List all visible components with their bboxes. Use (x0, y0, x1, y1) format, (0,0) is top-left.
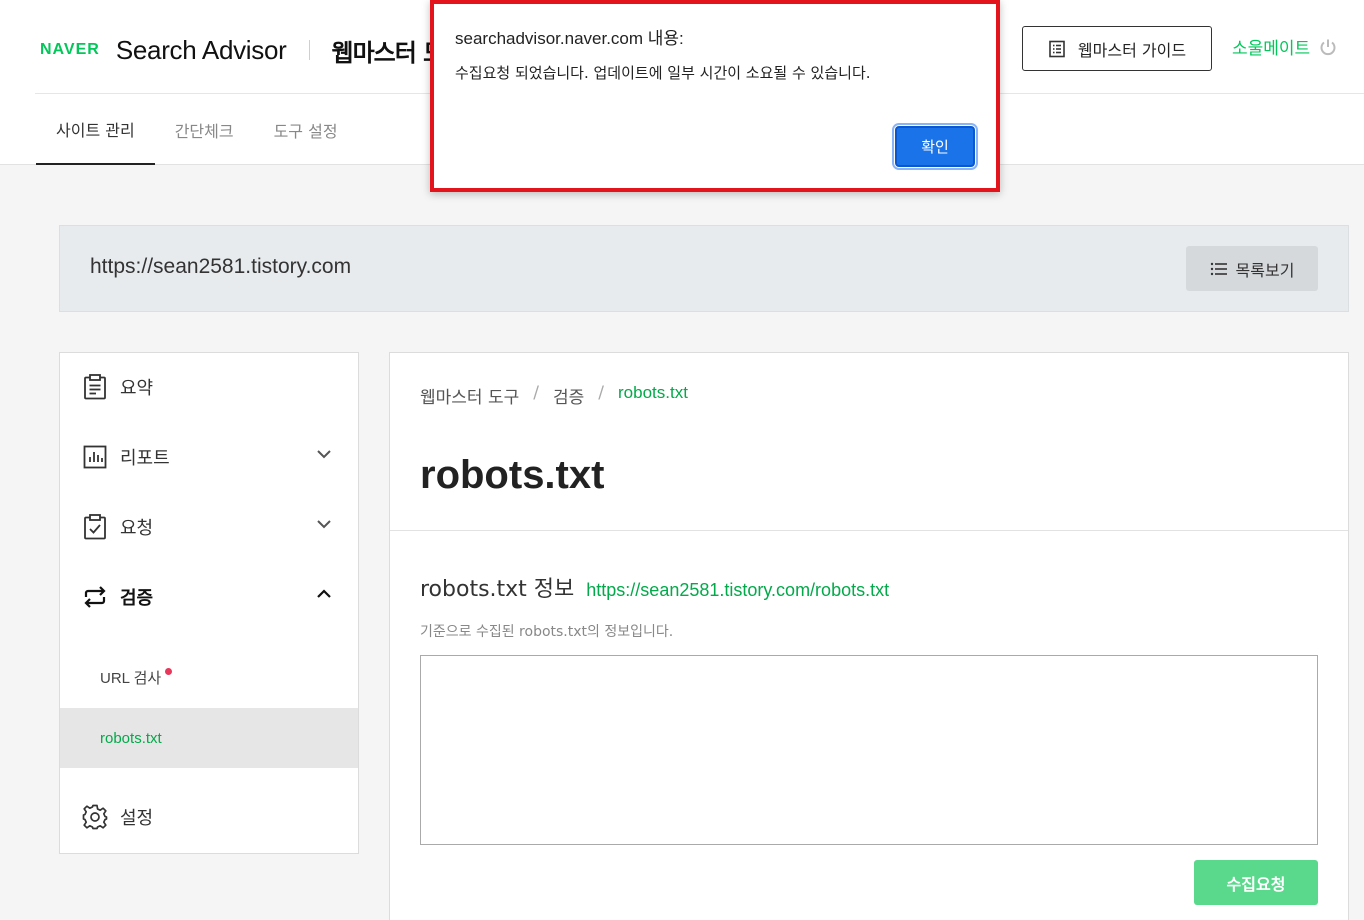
breadcrumb-item[interactable]: 웹마스터 도구 (420, 383, 519, 408)
repeat-icon (82, 584, 108, 610)
site-url: https://sean2581.tistory.com (90, 255, 352, 278)
clipboard-icon (82, 374, 108, 400)
document-list-icon (1049, 40, 1065, 57)
sidebar-item-label: 설정 (120, 808, 154, 829)
naver-logo[interactable]: NAVER (40, 41, 100, 59)
notification-dot (165, 667, 173, 675)
guide-button-label: 웹마스터 가이드 (1077, 40, 1187, 60)
list-view-button[interactable]: 목록보기 (1186, 246, 1318, 291)
chevron-down-icon[interactable] (316, 449, 332, 459)
sidebar-item-label: 리포트 (120, 448, 170, 469)
dialog-origin: searchadvisor.naver.com 내용: (455, 29, 684, 48)
section-description: 기준으로 수집된 robots.txt의 정보입니다. (420, 624, 674, 640)
breadcrumb-item[interactable]: 검증 (553, 383, 584, 408)
user-name[interactable]: 소울메이트 (1232, 34, 1310, 59)
tab-quick-check[interactable]: 간단체크 (175, 94, 234, 165)
clipboard-check-icon (82, 514, 108, 540)
sidebar-item-verify[interactable]: 검증 (60, 567, 358, 627)
sidebar-item-request[interactable]: 요청 (60, 497, 358, 557)
list-icon (1210, 262, 1227, 275)
chevron-up-icon[interactable] (316, 589, 332, 599)
brand[interactable]: NAVER Search Advisor 웹마스터 도구 (40, 32, 466, 68)
sidebar-item-settings[interactable]: 설정 (60, 787, 358, 847)
dialog-message: 수집요청 되었습니다. 업데이트에 일부 시간이 소요될 수 있습니다. (455, 64, 871, 82)
main-panel: 웹마스터 도구 / 검증 / robots.txt robots.txt rob… (389, 352, 1349, 920)
webmaster-guide-button[interactable]: 웹마스터 가이드 (1022, 26, 1212, 71)
sidebar-subitem-url-inspect[interactable]: URL 검사 (60, 647, 358, 707)
collect-request-button[interactable]: 수집요청 (1194, 860, 1318, 905)
chart-icon (82, 444, 108, 470)
title-divider (390, 530, 1348, 531)
dialog-ok-button[interactable]: 확인 (892, 123, 978, 170)
breadcrumb-current: robots.txt (618, 383, 688, 402)
tab-tool-settings[interactable]: 도구 설정 (274, 94, 338, 165)
sidebar-item-summary[interactable]: 요약 (60, 357, 358, 417)
sidebar-subitem-label: URL 검사 (100, 669, 162, 687)
power-icon[interactable] (1318, 37, 1338, 57)
section-title: robots.txt 정보 (420, 577, 575, 602)
sidebar: 요약 리포트 요청 검증 URL 검사 robots.txt 설정 (59, 352, 359, 854)
alert-dialog: searchadvisor.naver.com 내용: 수집요청 되었습니다. … (430, 0, 1000, 192)
app-title[interactable]: Search Advisor (116, 35, 287, 66)
tab-site-management[interactable]: 사이트 관리 (36, 94, 155, 165)
site-bar: https://sean2581.tistory.com 목록보기 (59, 225, 1349, 312)
sidebar-subitem-label: robots.txt (100, 729, 162, 747)
breadcrumb: 웹마스터 도구 / 검증 / robots.txt (420, 383, 688, 408)
robots-txt-link[interactable]: https://sean2581.tistory.com/robots.txt (586, 580, 889, 601)
sidebar-item-label: 검증 (120, 588, 154, 609)
brand-divider (308, 40, 310, 60)
section-header: robots.txt 정보 https://sean2581.tistory.c… (420, 571, 889, 603)
sidebar-item-label: 요약 (120, 378, 154, 399)
robots-content-textarea[interactable] (420, 655, 1318, 845)
breadcrumb-separator: / (533, 383, 539, 403)
main-tabs: 사이트 관리 간단체크 도구 설정 (36, 94, 378, 165)
user-menu[interactable]: 소울메이트 (1232, 34, 1338, 59)
sidebar-item-report[interactable]: 리포트 (60, 427, 358, 487)
sidebar-subitem-robots-txt[interactable]: robots.txt (60, 708, 358, 768)
breadcrumb-separator: / (598, 383, 604, 403)
gear-icon (82, 804, 108, 830)
chevron-down-icon[interactable] (316, 519, 332, 529)
page-title: robots.txt (420, 453, 605, 497)
sidebar-item-label: 요청 (120, 518, 154, 539)
list-button-label: 목록보기 (1235, 260, 1295, 280)
